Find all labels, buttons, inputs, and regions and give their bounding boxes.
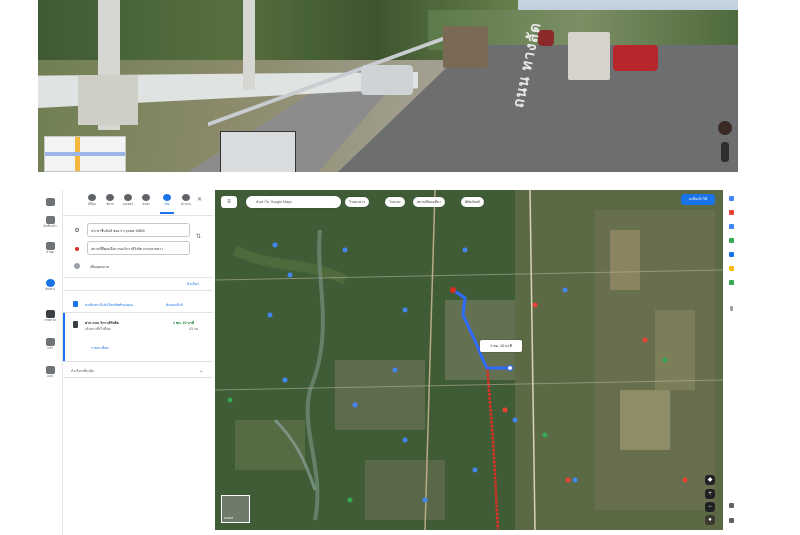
street-view[interactable]: ถนน ทางลัด [38, 0, 738, 172]
red-pickup [613, 45, 658, 71]
route-time-badge[interactable]: 1 ชม. 10 นาที [480, 340, 522, 352]
mode-motorcycle[interactable]: มอเตอร์ [121, 194, 135, 207]
contacts-icon[interactable] [729, 280, 734, 285]
more-options-section[interactable]: ตัวเลือกเพิ่มเติม [71, 368, 94, 374]
options-button[interactable]: ตัวเลือก [187, 281, 199, 287]
route-option[interactable]: ผ่าน ถนน วิภาวดีรังสิต เส้นทางที่เร็วที่… [63, 313, 213, 361]
tasks-icon[interactable] [729, 252, 734, 257]
satellite-imagery [215, 190, 723, 530]
sidebar-rail: บันทึกแล้ว ล่าสุด เส้นทาง ภาพถ่าย แชร์ แ… [38, 190, 63, 535]
close-icon[interactable]: ✕ [197, 196, 202, 203]
keep-icon[interactable] [729, 266, 734, 271]
best-route-icon [88, 194, 96, 201]
active-mode-underline [160, 212, 174, 214]
silver-car [361, 65, 413, 95]
directions-panel: ดีที่สุด ขับรถ มอเตอร์ ขนส่ง เดิน จักรยา… [63, 190, 213, 535]
send-to-phone-link[interactable]: ส่งเส้นทางไปยังโทรศัพท์ของคุณ [85, 302, 133, 308]
add-stop-icon [74, 263, 80, 269]
mode-car[interactable]: ขับรถ [103, 194, 117, 207]
sign-in-button[interactable]: ลงชื่อเข้าใช้ [681, 194, 715, 205]
truck-right [568, 32, 610, 80]
settings-icon[interactable] [729, 518, 734, 523]
route-subtitle: เส้นทางที่เร็วที่สุด [85, 327, 111, 331]
car-icon [106, 194, 114, 201]
swap-icon[interactable]: ⇅ [196, 233, 201, 240]
phone-icon [73, 301, 78, 307]
mode-walk[interactable]: เดิน [160, 194, 174, 207]
photo-icon [45, 310, 55, 318]
zoom-out-button[interactable]: − [705, 502, 715, 512]
map-canvas[interactable]: ≡ ค้นหาใน Google Maps ร้านอาหาร โรงแรม ส… [215, 190, 723, 530]
selected-route-bar [63, 313, 65, 361]
chip-museums[interactable]: พิพิธภัณฑ์ [461, 197, 484, 207]
layers-label: เลเยอร์ [224, 516, 234, 520]
destination-input[interactable]: สถานที่ที่คุณเลือก ถนนวิภาวดีรังสิต แขวง… [87, 241, 190, 255]
truck-left [443, 26, 488, 68]
divider [63, 277, 213, 278]
zoom-control-icon[interactable] [721, 142, 729, 162]
map-search-input[interactable]: ค้นหาใน Google Maps [246, 196, 341, 208]
add-icon[interactable] [729, 503, 734, 508]
mode-best[interactable]: ดีที่สุด [85, 194, 99, 207]
share-icon [45, 338, 55, 346]
divider [63, 361, 213, 362]
route-details-link[interactable]: รายละเอียด [91, 345, 109, 351]
rail-saved[interactable]: บันทึกแล้ว [38, 216, 62, 228]
calendar-icon[interactable] [729, 224, 734, 229]
bookmark-icon [45, 216, 55, 224]
rail-directions[interactable]: เส้นทาง [38, 279, 62, 291]
gmail-icon[interactable] [729, 210, 734, 215]
divider [63, 377, 213, 378]
divider [63, 215, 213, 216]
chevron-down-icon[interactable]: ⌄ [199, 368, 203, 374]
divider [730, 306, 733, 311]
compass-icon[interactable]: ◆ [705, 475, 715, 485]
gate-structure [78, 75, 138, 125]
bicycle-icon [182, 194, 190, 201]
origin-input[interactable]: ประชาชื่นทิปส์ ซอย 4 กรุงเทพ 10800 [87, 223, 190, 237]
mode-bicycle[interactable]: จักรยาน [179, 194, 193, 207]
transit-icon [142, 194, 150, 201]
street-view-minimap[interactable] [44, 136, 126, 172]
layers-button[interactable]: เลเยอร์ [221, 495, 250, 523]
apps-icon [45, 366, 55, 374]
chip-attractions[interactable]: สถานที่ท่องเที่ยว [413, 197, 445, 207]
right-toolbar [725, 190, 739, 535]
origin-dot-icon [75, 228, 79, 232]
rail-photos[interactable]: ภาพถ่าย [38, 310, 62, 322]
walk-icon [163, 194, 171, 201]
route-distance: 43 กม. [189, 327, 200, 331]
rail-menu[interactable] [38, 198, 62, 207]
destination-pin-icon [75, 247, 79, 251]
copy-link-button[interactable]: คัดลอกลิงก์ [166, 302, 183, 308]
mode-transit[interactable]: ขนส่ง [139, 194, 153, 207]
motorcycle-icon [124, 194, 132, 201]
chip-restaurants[interactable]: ร้านอาหาร [345, 197, 369, 207]
history-icon [45, 242, 55, 250]
street-view-thumbnail[interactable] [220, 131, 296, 172]
directions-icon [45, 279, 55, 287]
drive-icon[interactable] [729, 238, 734, 243]
rail-recent[interactable]: ล่าสุด [38, 242, 62, 254]
menu-icon [45, 198, 55, 206]
pegman-icon[interactable]: ● [705, 515, 715, 525]
zoom-in-button[interactable]: + [705, 489, 715, 499]
compass-icon[interactable] [718, 121, 732, 135]
chip-hotels[interactable]: โรงแรม [385, 197, 405, 207]
maps-app-icon[interactable] [729, 196, 734, 201]
divider [63, 290, 213, 291]
utility-pole [243, 0, 255, 90]
rail-share[interactable]: แชร์ [38, 338, 62, 350]
add-stop-link[interactable]: เพิ่มจุดหมาย [90, 264, 109, 270]
rail-apps[interactable]: แอป [38, 366, 62, 378]
map-menu-icon[interactable]: ≡ [221, 196, 237, 208]
car-icon [73, 321, 78, 328]
minimap-road-h [45, 152, 125, 156]
